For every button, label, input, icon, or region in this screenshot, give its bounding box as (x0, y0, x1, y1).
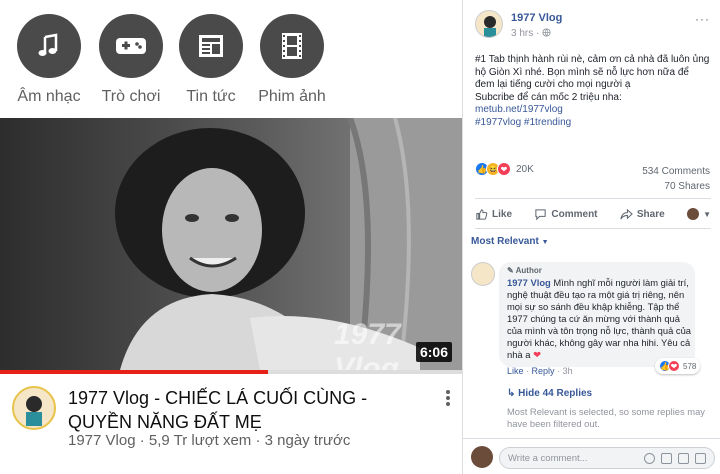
chevron-down-icon: ▼ (703, 209, 711, 219)
comment-time[interactable]: 3h (563, 366, 573, 376)
post-line: #1 Tab thịnh hành rùi nè, cảm ơn cả nhà … (475, 54, 710, 65)
post-options-icon[interactable]: ··· (695, 12, 710, 26)
camera-icon[interactable] (661, 453, 672, 464)
engagement-counts: 534 Comments 70 Shares (642, 164, 710, 194)
comments-count[interactable]: 534 Comments (642, 164, 710, 179)
emoji-icon[interactable] (644, 453, 655, 464)
author-badge-label: Author (515, 266, 542, 275)
gamepad-icon (99, 14, 163, 78)
youtube-panel: Âm nhạc Trò chơi Tin tức Phim ảnh 1977 V… (0, 0, 462, 474)
post-time-label: 3 hrs (511, 28, 534, 39)
category-gaming[interactable]: Trò chơi (90, 14, 172, 106)
like-label: Like (492, 208, 513, 220)
share-arrow-icon (620, 208, 633, 219)
music-note-icon (17, 14, 81, 78)
category-music-label: Âm nhạc (17, 88, 81, 105)
divider (463, 438, 720, 439)
comment-line: mọi sự so sánh đều khập khiễng. Tập thể (507, 301, 680, 312)
comment-line: 1977 chúng ta cứ ăn mừng với thành quả (507, 313, 680, 324)
author-badge: ✎ Author (507, 266, 687, 275)
share-label: Share (636, 208, 665, 220)
commenter-avatar[interactable] (471, 262, 495, 286)
comment-sort-dropdown[interactable]: Most Relevant ▼ (471, 236, 549, 247)
write-comment-placeholder: Write a comment... (508, 453, 588, 464)
video-duration: 6:06 (415, 342, 452, 362)
hide-replies-link[interactable]: ↳ Hide 44 Replies (507, 388, 592, 399)
reaction-count: 20K (516, 163, 534, 175)
write-comment-input[interactable]: Write a comment... (499, 447, 715, 469)
post-line: đem lại tiếng cười cho mọi người ạ (475, 79, 631, 90)
comment-line: của mình và tôn trọng nỗ lực, thành quả … (507, 325, 691, 336)
divider (475, 198, 711, 199)
sort-label: Most Relevant (471, 236, 539, 247)
comment-icon (535, 208, 547, 220)
post-actions: Like Comment Share ▼ (475, 204, 711, 224)
video-title[interactable]: 1977 Vlog - CHIẾC LÁ CUỐI CÙNG - QUYỀN N… (68, 386, 408, 434)
post-time[interactable]: 3 hrs · (511, 28, 551, 39)
love-reaction-icon: ❤ (497, 162, 511, 176)
category-news[interactable]: Tin tức (170, 14, 252, 106)
comment-line: nghệ thuật đều tạo ra một giá trị riêng,… (507, 289, 685, 300)
love-reaction-icon: ❤ (668, 360, 680, 372)
comment-line: người khác, không gây war nha hihi. Yêu … (507, 337, 691, 348)
category-movies-label: Phim ảnh (258, 88, 326, 105)
hide-replies-label: Hide 44 Replies (518, 388, 593, 399)
comment-reactions[interactable]: 👍 ❤ 578 (655, 358, 701, 374)
comment-label: Comment (551, 208, 598, 220)
reaction-as-page-selector[interactable]: ▼ (687, 208, 711, 220)
film-icon (260, 14, 324, 78)
comment-bubble: ✎ Author 1977 Vlog Mình nghĩ mỗi người l… (499, 262, 695, 367)
post-line: Subcribe để cán mốc 2 triệu nha: (475, 91, 622, 103)
category-music[interactable]: Âm nhạc (8, 14, 90, 106)
post-text: #1 Tab thịnh hành rùi nè, cảm ơn cả nhà … (475, 54, 715, 129)
reaction-summary[interactable]: 👍 😆 ❤ 20K (475, 162, 534, 176)
heart-icon: ❤ (533, 349, 541, 360)
sticker-icon[interactable] (695, 453, 706, 464)
video-meta: 1977 Vlog · 5,9 Tr lượt xem · 3 ngày trư… (68, 432, 351, 449)
channel-avatar[interactable] (12, 386, 56, 430)
category-gaming-label: Trò chơi (101, 88, 161, 105)
thumbs-up-icon (476, 208, 488, 220)
share-button[interactable]: Share (620, 208, 665, 221)
chevron-down-icon: ▼ (541, 239, 549, 246)
reply-arrow-icon: ↳ (507, 388, 516, 399)
facebook-panel: 1977 Vlog 3 hrs · ··· #1 Tab thịnh hành … (462, 0, 720, 474)
gif-icon[interactable] (678, 453, 689, 464)
pencil-icon: ✎ (507, 266, 514, 275)
newspaper-icon (179, 14, 243, 78)
divider (475, 228, 711, 229)
comment-reaction-count: 578 (683, 361, 697, 371)
post-line: hộ Giòn Xì nhé. Bọn mình sẽ nỗ lực hơn n… (475, 66, 689, 78)
user-avatar-small (687, 208, 700, 220)
page-name[interactable]: 1977 Vlog (511, 12, 562, 24)
comment-reply-link[interactable]: Reply (532, 366, 555, 376)
comment-line: nhà a (507, 349, 531, 360)
video-progress-fill (0, 370, 268, 374)
globe-icon: · (536, 28, 551, 39)
post-hashtags[interactable]: #1977vlog #1trending (475, 117, 715, 130)
category-movies[interactable]: Phim ảnh (251, 14, 333, 106)
more-options-icon[interactable] (440, 388, 456, 408)
video-thumbnail[interactable]: 1977 Vlog 6:06 (0, 118, 462, 370)
comment-line: Mình nghĩ mỗi người làm giải trí, (550, 277, 689, 288)
like-button[interactable]: Like (475, 208, 512, 221)
page-avatar[interactable] (475, 10, 503, 38)
video-progress-bar[interactable] (0, 370, 462, 374)
comment-like-link[interactable]: Like (507, 366, 524, 376)
comment-input-tools (644, 453, 706, 464)
filter-note: Most Relevant is selected, so some repli… (507, 406, 705, 429)
shares-count[interactable]: 70 Shares (642, 179, 710, 194)
comment-button[interactable]: Comment (534, 208, 598, 221)
comment-author[interactable]: 1977 Vlog (507, 277, 551, 288)
comment-meta: Like · Reply · 3h (507, 366, 573, 376)
post-link[interactable]: metub.net/1977vlog (475, 104, 715, 117)
category-news-label: Tin tức (186, 88, 236, 105)
comment-text: 1977 Vlog Mình nghĩ mỗi người làm giải t… (507, 277, 691, 361)
current-user-avatar (471, 446, 493, 468)
